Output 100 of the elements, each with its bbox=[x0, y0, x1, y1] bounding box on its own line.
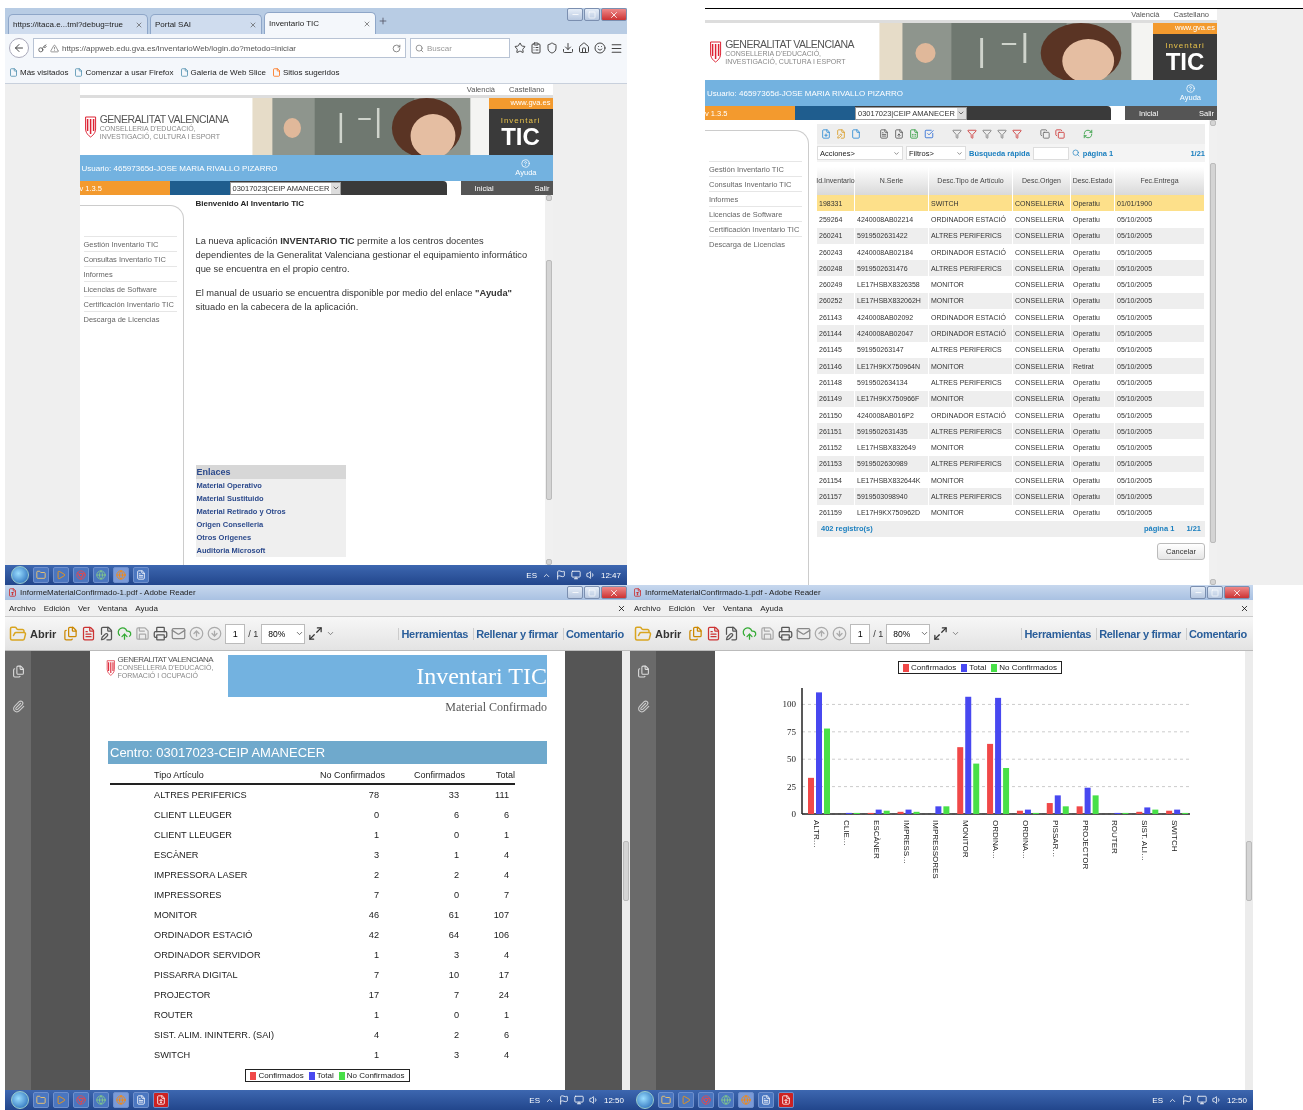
network-icon[interactable] bbox=[570, 570, 581, 580]
scrollbar[interactable] bbox=[622, 651, 630, 1090]
open-button[interactable]: Abrir bbox=[9, 624, 61, 643]
volume-icon[interactable] bbox=[1211, 1095, 1222, 1105]
clock[interactable]: 12:50 bbox=[1226, 1095, 1247, 1105]
help-icon[interactable] bbox=[1185, 84, 1195, 93]
documents-icon[interactable] bbox=[688, 626, 704, 641]
bookmark-link[interactable]: Comenzar a usar Firefox bbox=[74, 68, 174, 77]
file-upload-icon[interactable] bbox=[894, 129, 904, 139]
clock[interactable]: 12:47 bbox=[600, 570, 621, 580]
clipboard-icon[interactable] bbox=[530, 42, 542, 54]
quick-search-field[interactable] bbox=[1032, 146, 1069, 160]
new-file-icon[interactable] bbox=[821, 129, 831, 139]
menu-item[interactable]: Archivo bbox=[9, 603, 36, 613]
close-icon[interactable] bbox=[1232, 587, 1242, 598]
scrollbar[interactable] bbox=[1209, 120, 1217, 585]
url-field[interactable]: https://appweb.edu.gva.es/InventarioWeb/login.do?metodo=iniciar bbox=[33, 38, 406, 58]
copy-icon[interactable] bbox=[1055, 129, 1065, 139]
mail-icon[interactable] bbox=[171, 626, 187, 641]
shield-icon[interactable] bbox=[546, 42, 558, 54]
checkbox-icon[interactable] bbox=[924, 129, 934, 139]
page-field[interactable]: 1 bbox=[225, 623, 246, 644]
caret-icon[interactable] bbox=[331, 184, 340, 192]
copy-icon[interactable] bbox=[1040, 129, 1050, 139]
menu-item[interactable]: Ayuda bbox=[760, 603, 783, 613]
start-button[interactable] bbox=[11, 1091, 29, 1109]
scrollbar[interactable] bbox=[544, 195, 553, 565]
print-icon[interactable] bbox=[778, 626, 794, 641]
browser-tab[interactable]: https://itaca.e...tml?debug=true bbox=[8, 14, 148, 34]
close-tab-icon[interactable] bbox=[135, 20, 143, 29]
start-button[interactable] bbox=[636, 1091, 654, 1109]
maximize-button[interactable] bbox=[584, 586, 600, 599]
flag-icon[interactable] bbox=[558, 1095, 569, 1105]
volume-icon[interactable] bbox=[588, 1095, 599, 1105]
bookmark-link[interactable]: Más visitados bbox=[9, 68, 69, 77]
menu-item[interactable]: Edición bbox=[668, 603, 695, 613]
next-page-icon[interactable] bbox=[207, 626, 223, 641]
filter-icon[interactable] bbox=[1012, 129, 1022, 139]
reload-icon[interactable] bbox=[392, 43, 401, 53]
caret-icon[interactable] bbox=[326, 629, 336, 638]
pages-icon[interactable] bbox=[11, 665, 25, 678]
language-indicator[interactable]: ES bbox=[529, 1095, 540, 1105]
help-icon[interactable] bbox=[521, 159, 531, 168]
bookmark-link[interactable]: Galería de Web Slice bbox=[179, 68, 266, 77]
close-button[interactable] bbox=[601, 586, 627, 599]
bookmark-star-icon[interactable] bbox=[514, 42, 526, 54]
bookmark-link[interactable]: Sitios sugeridos bbox=[271, 68, 340, 77]
menu-item[interactable]: Ayuda bbox=[135, 603, 158, 613]
menu-item[interactable]: Ventana bbox=[722, 603, 753, 613]
menu-item[interactable]: Edición bbox=[43, 603, 70, 613]
edit-file-icon[interactable] bbox=[99, 626, 115, 641]
caret-icon[interactable] bbox=[957, 109, 966, 117]
menu-item[interactable]: Ver bbox=[77, 603, 90, 613]
document-icon[interactable] bbox=[879, 129, 889, 139]
close-button[interactable] bbox=[601, 8, 627, 21]
menu-item[interactable]: Ventana bbox=[97, 603, 128, 613]
tool-link[interactable]: Comentario bbox=[1185, 627, 1249, 640]
documents-icon[interactable] bbox=[63, 626, 79, 641]
flag-icon[interactable] bbox=[1181, 1095, 1192, 1105]
fit-page-icon[interactable] bbox=[933, 626, 949, 641]
page-field[interactable]: 1 bbox=[850, 623, 871, 644]
maximize-button[interactable] bbox=[584, 8, 600, 21]
close-icon[interactable] bbox=[609, 587, 619, 598]
refresh-icon[interactable] bbox=[1083, 129, 1093, 139]
caret-icon[interactable] bbox=[956, 149, 963, 157]
fit-page-icon[interactable] bbox=[308, 626, 324, 641]
menu-item[interactable]: Archivo bbox=[634, 603, 661, 613]
language-indicator[interactable]: ES bbox=[526, 570, 537, 580]
zoom-select[interactable]: 80% bbox=[261, 623, 306, 644]
menu-item[interactable]: Ver bbox=[702, 603, 715, 613]
close-button[interactable] bbox=[1224, 586, 1250, 599]
tool-link[interactable]: Herramientas bbox=[1021, 627, 1094, 640]
zoom-select[interactable]: 80% bbox=[886, 623, 931, 644]
tool-link[interactable]: Rellenar y firmar bbox=[473, 627, 560, 640]
caret-icon[interactable] bbox=[295, 629, 305, 638]
volume-icon[interactable] bbox=[585, 570, 596, 580]
close-icon[interactable] bbox=[617, 603, 626, 613]
file-icon[interactable] bbox=[706, 626, 722, 641]
tool-link[interactable]: Herramientas bbox=[398, 627, 471, 640]
menu-icon[interactable] bbox=[610, 41, 623, 55]
maximize-button[interactable] bbox=[1207, 586, 1223, 599]
caret-icon[interactable] bbox=[893, 149, 900, 157]
home-icon[interactable] bbox=[578, 42, 590, 54]
smiley-icon[interactable] bbox=[594, 42, 606, 54]
close-icon[interactable] bbox=[1240, 603, 1249, 613]
previous-page-icon[interactable] bbox=[814, 626, 830, 641]
network-icon[interactable] bbox=[1196, 1095, 1207, 1105]
browser-tab[interactable]: Inventario TIC bbox=[264, 12, 376, 34]
pages-icon[interactable] bbox=[636, 665, 650, 678]
folder-icon[interactable] bbox=[9, 624, 27, 643]
folder-icon[interactable] bbox=[634, 624, 652, 643]
clock[interactable]: 12:50 bbox=[603, 1095, 624, 1105]
search-icon[interactable] bbox=[1071, 149, 1080, 157]
open-button[interactable]: Abrir bbox=[634, 624, 686, 643]
start-button[interactable] bbox=[11, 566, 29, 584]
mail-icon[interactable] bbox=[796, 626, 812, 641]
next-page-icon[interactable] bbox=[832, 626, 848, 641]
close-tab-icon[interactable] bbox=[363, 19, 371, 28]
spreadsheet-icon[interactable] bbox=[909, 129, 919, 139]
download-icon[interactable] bbox=[562, 42, 574, 54]
